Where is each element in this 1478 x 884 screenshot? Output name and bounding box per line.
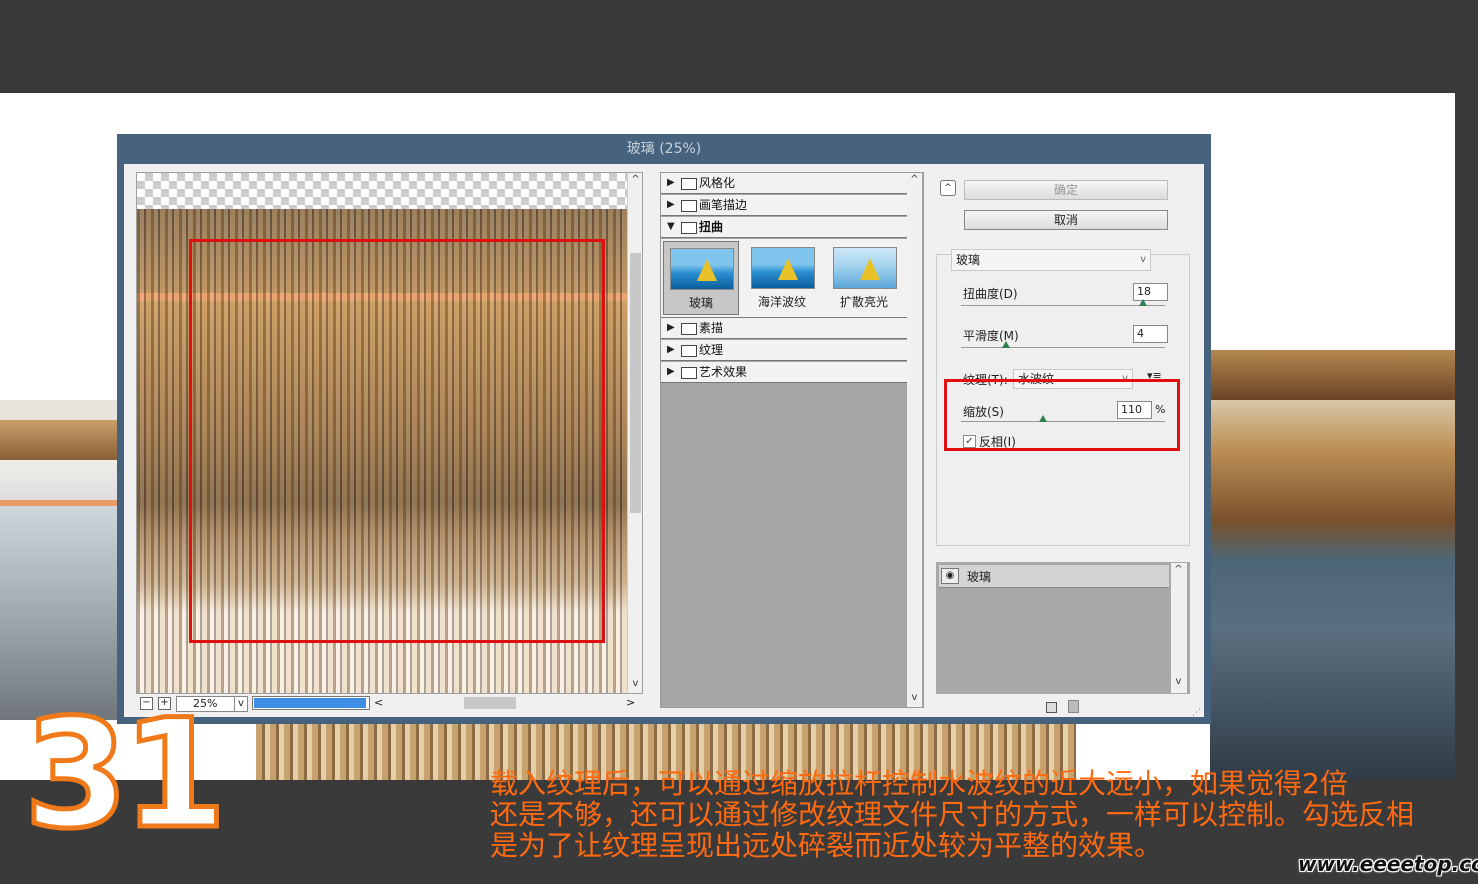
- highlight-box-preview: [189, 239, 605, 643]
- diffuse-glow-thumbnail: [833, 247, 897, 289]
- category-stylize[interactable]: ▶ 风格化: [661, 173, 907, 194]
- category-sketch[interactable]: ▶ 素描: [661, 318, 907, 339]
- caption: 载入纹理后，可以通过缩放拉杆控制水波纹的近大远小，如果觉得2倍 还是不够，还可以…: [490, 768, 1470, 861]
- category-label: 扭曲: [699, 220, 724, 234]
- effect-layer-name: 玻璃: [967, 570, 992, 584]
- category-label: 纹理: [699, 343, 724, 357]
- ocean-ripple-thumbnail: [751, 247, 815, 289]
- trash-icon[interactable]: [1068, 700, 1079, 713]
- architecture-render-left: [0, 400, 120, 720]
- scroll-left-icon[interactable]: <: [374, 696, 383, 709]
- dialog-body: ^ v − + 25% v < > ▶ 风格化 ▶ 画笔描边 ▼ 扭曲 玻璃 海…: [124, 164, 1204, 718]
- category-brush-strokes[interactable]: ▶ 画笔描边: [661, 195, 907, 216]
- expand-triangle-icon[interactable]: ▶: [667, 362, 675, 382]
- scroll-down-icon[interactable]: v: [628, 677, 642, 691]
- folder-icon: [681, 345, 697, 357]
- filter-preview[interactable]: ^ v: [136, 172, 643, 694]
- caption-line: 载入纹理后，可以通过缩放拉杆控制水波纹的近大远小，如果觉得2倍: [490, 767, 1348, 800]
- highlight-box-scale: [944, 379, 1180, 451]
- category-label: 风格化: [699, 176, 736, 190]
- filter-thumb-glass[interactable]: 玻璃: [663, 241, 739, 315]
- preview-horizontal-scrollbar[interactable]: < >: [374, 696, 639, 710]
- smoothness-slider-knob[interactable]: [1002, 341, 1010, 348]
- folder-icon: [681, 178, 697, 190]
- folder-icon: [681, 200, 697, 212]
- watermark: www.eeeetop.com: [1298, 852, 1478, 876]
- ok-button[interactable]: 确定: [964, 180, 1168, 200]
- smoothness-input[interactable]: 4: [1133, 325, 1168, 343]
- scroll-up-icon[interactable]: ^: [907, 173, 922, 187]
- filter-select[interactable]: 玻璃 v: [951, 249, 1151, 271]
- new-effect-layer-icon[interactable]: [1046, 702, 1057, 713]
- filter-thumb-ocean-ripple[interactable]: 海洋波纹: [745, 241, 819, 313]
- category-distort[interactable]: ▼ 扭曲: [661, 217, 907, 238]
- resize-grip-icon[interactable]: ⋰: [1192, 708, 1201, 718]
- folder-icon: [681, 323, 697, 335]
- preview-image: [137, 173, 627, 693]
- folder-icon: [681, 367, 697, 379]
- smoothness-label: 平滑度(M): [963, 329, 1019, 343]
- transparency-checker: [137, 173, 627, 209]
- settings-panel: ^ 确定 取消 玻璃 v 扭曲度(D) 18 平滑度(M) 4 纹理(T): 水…: [936, 172, 1198, 717]
- expand-triangle-icon[interactable]: ▶: [667, 318, 675, 338]
- category-artistic[interactable]: ▶ 艺术效果: [661, 362, 907, 383]
- expand-triangle-icon[interactable]: ▶: [667, 195, 675, 215]
- eye-icon[interactable]: ◉: [941, 568, 959, 584]
- thumb-label: 扩散亮光: [839, 295, 888, 309]
- scroll-down-icon[interactable]: v: [1171, 675, 1186, 689]
- render-progress-bar: [252, 696, 370, 710]
- category-label: 素描: [699, 321, 724, 335]
- filter-thumb-diffuse-glow[interactable]: 扩散亮光: [827, 241, 901, 313]
- distort-thumbnails: 玻璃 海洋波纹 扩散亮光: [661, 239, 907, 318]
- collapse-icon[interactable]: ^: [940, 180, 956, 196]
- thumb-label: 玻璃: [688, 296, 713, 310]
- open-folder-icon: [681, 222, 697, 234]
- smoothness-slider[interactable]: [961, 347, 1165, 348]
- collapse-triangle-icon[interactable]: ▼: [667, 217, 675, 237]
- expand-triangle-icon[interactable]: ▶: [667, 340, 675, 360]
- filter-tree: ▶ 风格化 ▶ 画笔描边 ▼ 扭曲 玻璃 海洋波纹 扩散亮光 ▶ 素描 ▶ 纹理…: [660, 172, 924, 708]
- scroll-down-icon[interactable]: v: [907, 691, 922, 705]
- effect-layers-panel: ◉ 玻璃 ^ v: [936, 562, 1190, 694]
- dialog-title: 玻璃 (25%): [626, 141, 702, 157]
- scroll-up-icon[interactable]: ^: [1171, 563, 1186, 577]
- progress-fill: [254, 698, 366, 708]
- preview-vertical-scrollbar[interactable]: ^ v: [627, 173, 642, 693]
- distortion-slider-knob[interactable]: [1139, 299, 1147, 306]
- distortion-label: 扭曲度(D): [963, 287, 1018, 301]
- effect-layer-row[interactable]: ◉ 玻璃: [939, 565, 1169, 588]
- tree-scrollbar[interactable]: ^ v: [907, 173, 922, 707]
- cancel-button[interactable]: 取消: [964, 210, 1168, 230]
- expand-triangle-icon[interactable]: ▶: [667, 173, 675, 193]
- thumb-label: 海洋波纹: [757, 295, 806, 309]
- scroll-right-icon[interactable]: >: [626, 696, 635, 709]
- category-label: 艺术效果: [699, 365, 748, 379]
- filter-select-value: 玻璃: [956, 253, 981, 267]
- distortion-slider[interactable]: [961, 305, 1165, 306]
- scrollbar-thumb[interactable]: [630, 253, 641, 513]
- category-texture[interactable]: ▶ 纹理: [661, 340, 907, 361]
- filter-gallery-dialog: 玻璃 (25%) ^ v − + 25% v < > ▶ 风格化 ▶ 画笔描边 …: [117, 134, 1211, 724]
- architecture-render-right: [1210, 330, 1455, 780]
- scroll-up-icon[interactable]: ^: [628, 173, 642, 187]
- glass-thumbnail: [670, 248, 734, 290]
- caption-line: 还是不够，还可以通过修改纹理文件尺寸的方式，一样可以控制。勾选反相: [490, 798, 1415, 831]
- filter-settings-group: 玻璃 v 扭曲度(D) 18 平滑度(M) 4 纹理(T): 水波纹 v ▾≡ …: [936, 249, 1190, 546]
- step-number: 31: [22, 688, 230, 862]
- chevron-down-icon: v: [1140, 254, 1146, 265]
- category-label: 画笔描边: [699, 198, 748, 212]
- layers-scrollbar[interactable]: ^ v: [1171, 563, 1187, 693]
- scrollbar-thumb[interactable]: [464, 697, 516, 709]
- chevron-down-icon[interactable]: v: [234, 697, 247, 711]
